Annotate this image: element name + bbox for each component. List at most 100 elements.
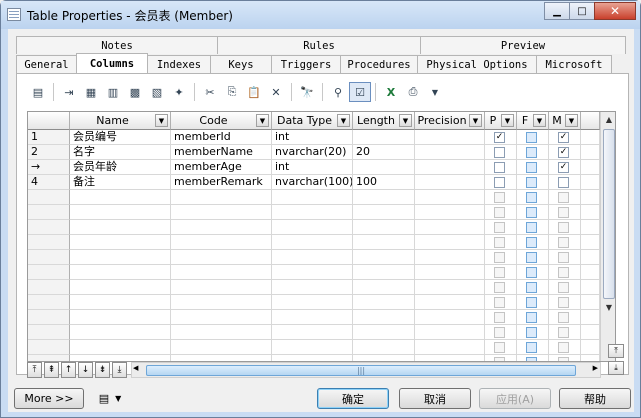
cell-type[interactable]: int <box>272 160 353 175</box>
checkbox-f[interactable] <box>526 177 537 188</box>
cell-m[interactable] <box>549 340 581 355</box>
cell-precision[interactable] <box>415 250 485 265</box>
cell-name[interactable] <box>70 235 171 250</box>
cell-precision[interactable] <box>415 130 485 145</box>
cell-p[interactable] <box>485 265 517 280</box>
checkbox-m[interactable]: ✓ <box>558 162 569 173</box>
cell-precision[interactable] <box>415 265 485 280</box>
cell-code[interactable]: memberAge <box>171 160 272 175</box>
cell-type[interactable] <box>272 295 353 310</box>
cell-length[interactable] <box>353 265 415 280</box>
cell-f[interactable] <box>517 250 549 265</box>
tab-triggers[interactable]: Triggers <box>271 55 341 73</box>
cell-code[interactable] <box>171 325 272 340</box>
checkbox-p[interactable] <box>494 192 505 203</box>
checkbox-p[interactable]: ✓ <box>494 132 505 143</box>
checkbox-f[interactable] <box>526 162 537 173</box>
checkbox-m[interactable] <box>558 297 569 308</box>
scroll-top-icon[interactable]: ⤒ <box>608 344 624 358</box>
cell-name[interactable] <box>70 205 171 220</box>
cell-length[interactable] <box>353 205 415 220</box>
cell-type[interactable] <box>272 205 353 220</box>
cell-m[interactable] <box>549 355 581 361</box>
cell-m[interactable] <box>549 295 581 310</box>
header-name[interactable]: Name ▼ <box>70 112 171 130</box>
cell-m[interactable] <box>549 265 581 280</box>
paste-icon[interactable]: 📋 <box>243 82 265 102</box>
cell-name[interactable] <box>70 340 171 355</box>
checkbox-f[interactable] <box>526 297 537 308</box>
delete-icon[interactable]: ✕ <box>265 82 287 102</box>
scroll-thumb[interactable] <box>603 129 615 299</box>
cell-precision[interactable] <box>415 175 485 190</box>
cell-code[interactable] <box>171 265 272 280</box>
cell-type[interactable] <box>272 325 353 340</box>
cell-m[interactable]: ✓ <box>549 145 581 160</box>
cell-p[interactable] <box>485 295 517 310</box>
tab-procedures[interactable]: Procedures <box>340 55 418 73</box>
cell-precision[interactable] <box>415 295 485 310</box>
move-up-icon[interactable]: ↑ <box>61 362 76 378</box>
tab-physical-options[interactable]: Physical Options <box>417 55 537 73</box>
chevron-down-icon[interactable]: ▼ <box>155 114 168 127</box>
cell-type[interactable] <box>272 250 353 265</box>
checkbox-f[interactable] <box>526 237 537 248</box>
checkbox-m[interactable] <box>558 267 569 278</box>
cell-type[interactable] <box>272 355 353 361</box>
tab-columns[interactable]: Columns <box>76 53 148 73</box>
header-data-type[interactable]: Data Type ▼ <box>272 112 353 130</box>
cell-code[interactable] <box>171 295 272 310</box>
cell-precision[interactable] <box>415 160 485 175</box>
chevron-down-icon[interactable]: ▼ <box>501 114 514 127</box>
cell-type[interactable] <box>272 220 353 235</box>
tab-microsoft[interactable]: Microsoft <box>536 55 612 73</box>
cell-p[interactable] <box>485 280 517 295</box>
cell-p[interactable] <box>485 235 517 250</box>
cell-precision[interactable] <box>415 190 485 205</box>
cell-precision[interactable] <box>415 325 485 340</box>
cell-name[interactable] <box>70 220 171 235</box>
checkbox-f[interactable] <box>526 147 537 158</box>
print-icon[interactable]: ⎙ <box>402 82 424 102</box>
header-precision[interactable]: Precision ▼ <box>415 112 485 130</box>
checkbox-f[interactable] <box>526 252 537 263</box>
maximize-button[interactable]: □ <box>569 2 595 20</box>
cell-p[interactable] <box>485 355 517 361</box>
layout-menu-button[interactable]: ▤ ▼ <box>90 388 130 409</box>
checkbox-p[interactable] <box>494 267 505 278</box>
checkbox-m[interactable] <box>558 222 569 233</box>
checkbox-p[interactable] <box>494 327 505 338</box>
checkbox-f[interactable] <box>526 327 537 338</box>
cell-type[interactable]: nvarchar(100) <box>272 175 353 190</box>
checkbox-p[interactable] <box>494 312 505 323</box>
tab-general[interactable]: General <box>16 55 77 73</box>
cell-length[interactable] <box>353 295 415 310</box>
insert-row-icon[interactable]: ⇥ <box>58 82 80 102</box>
cell-code[interactable]: memberId <box>171 130 272 145</box>
chevron-down-icon[interactable]: ▼ <box>337 114 350 127</box>
vertical-scrollbar[interactable]: ▲ ▼ <box>600 112 615 361</box>
header-mandatory[interactable]: M ▼ <box>549 112 581 130</box>
cell-name[interactable]: 会员年龄 <box>70 160 171 175</box>
checkbox-m[interactable] <box>558 252 569 263</box>
cell-precision[interactable] <box>415 355 485 361</box>
excel-export-icon[interactable]: X <box>380 82 402 102</box>
cell-length[interactable] <box>353 220 415 235</box>
cell-length[interactable] <box>353 280 415 295</box>
cell-m[interactable]: ✓ <box>549 130 581 145</box>
cell-precision[interactable] <box>415 145 485 160</box>
cut-icon[interactable]: ✂ <box>199 82 221 102</box>
cell-code[interactable] <box>171 190 272 205</box>
close-button[interactable]: ✕ <box>594 2 636 20</box>
scroll-down-icon[interactable]: ▼ <box>602 300 615 315</box>
cell-name[interactable] <box>70 250 171 265</box>
checkbox-m[interactable] <box>558 312 569 323</box>
checkbox-p[interactable] <box>494 147 505 158</box>
cell-name[interactable]: 备注 <box>70 175 171 190</box>
cell-f[interactable] <box>517 190 549 205</box>
checkbox-f[interactable] <box>526 207 537 218</box>
checkbox-p[interactable] <box>494 282 505 293</box>
find-icon[interactable]: 🔭 <box>296 82 318 102</box>
cell-m[interactable] <box>549 235 581 250</box>
customize-columns-icon[interactable]: ☑ <box>349 82 371 102</box>
